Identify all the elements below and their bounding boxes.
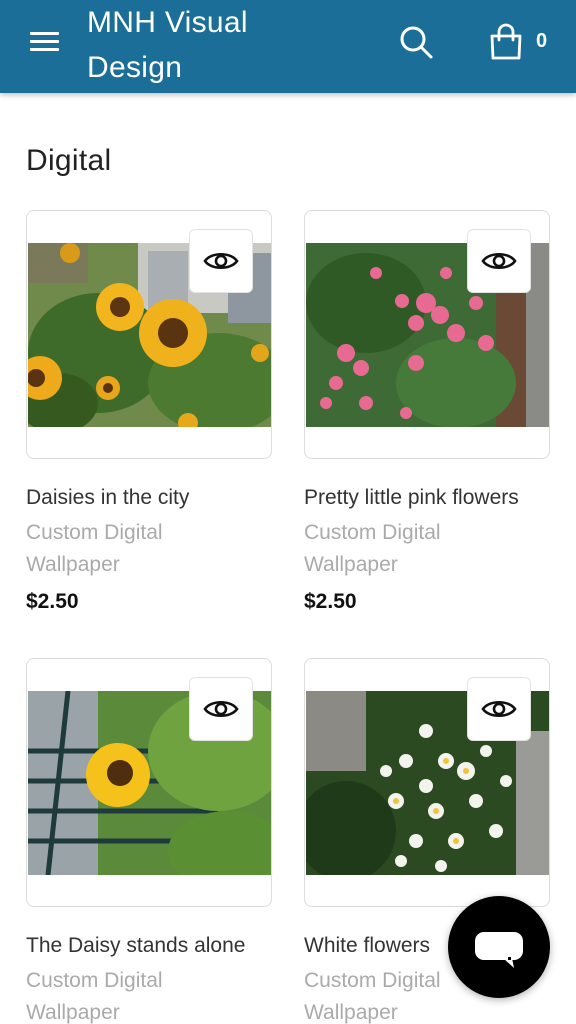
top-header: MNH Visual Design 0 (0, 0, 576, 93)
product-image-frame[interactable] (304, 210, 550, 459)
search-button[interactable] (398, 24, 434, 60)
quick-view-button[interactable] (467, 229, 531, 293)
quick-view-button[interactable] (189, 229, 253, 293)
eye-icon (481, 252, 517, 270)
product-price: $2.50 (304, 590, 357, 613)
menu-bar (30, 40, 59, 43)
product-subtitle: Custom Digital Wallpaper (26, 969, 163, 1024)
shopping-bag-icon (490, 23, 522, 60)
menu-bar (30, 32, 59, 35)
quick-view-button[interactable] (467, 677, 531, 741)
menu-bar (30, 48, 59, 51)
product-image-frame[interactable] (26, 210, 272, 459)
search-icon (400, 26, 433, 59)
eye-icon (481, 700, 517, 718)
product-subtitle: Custom Digital Wallpaper (26, 521, 163, 576)
product-price: $2.50 (26, 590, 79, 613)
product-title[interactable]: Pretty little pink flowers (304, 486, 564, 510)
cart-button[interactable] (488, 22, 524, 62)
chat-button[interactable] (448, 896, 550, 998)
site-brand[interactable]: MNH Visual Design (87, 0, 347, 90)
hamburger-menu-button[interactable] (27, 27, 63, 55)
product-title[interactable]: Daisies in the city (26, 486, 286, 510)
product-image-frame[interactable] (304, 658, 550, 907)
product-title[interactable]: The Daisy stands alone (26, 934, 286, 958)
product-image-frame[interactable] (26, 658, 272, 907)
quick-view-button[interactable] (189, 677, 253, 741)
section-title: Digital (26, 144, 112, 177)
eye-icon (203, 700, 239, 718)
product-subtitle: Custom Digital Wallpaper (304, 521, 441, 576)
cart-count-badge: 0 (536, 30, 548, 52)
chat-bubble-icon (475, 932, 523, 968)
eye-icon (203, 252, 239, 270)
